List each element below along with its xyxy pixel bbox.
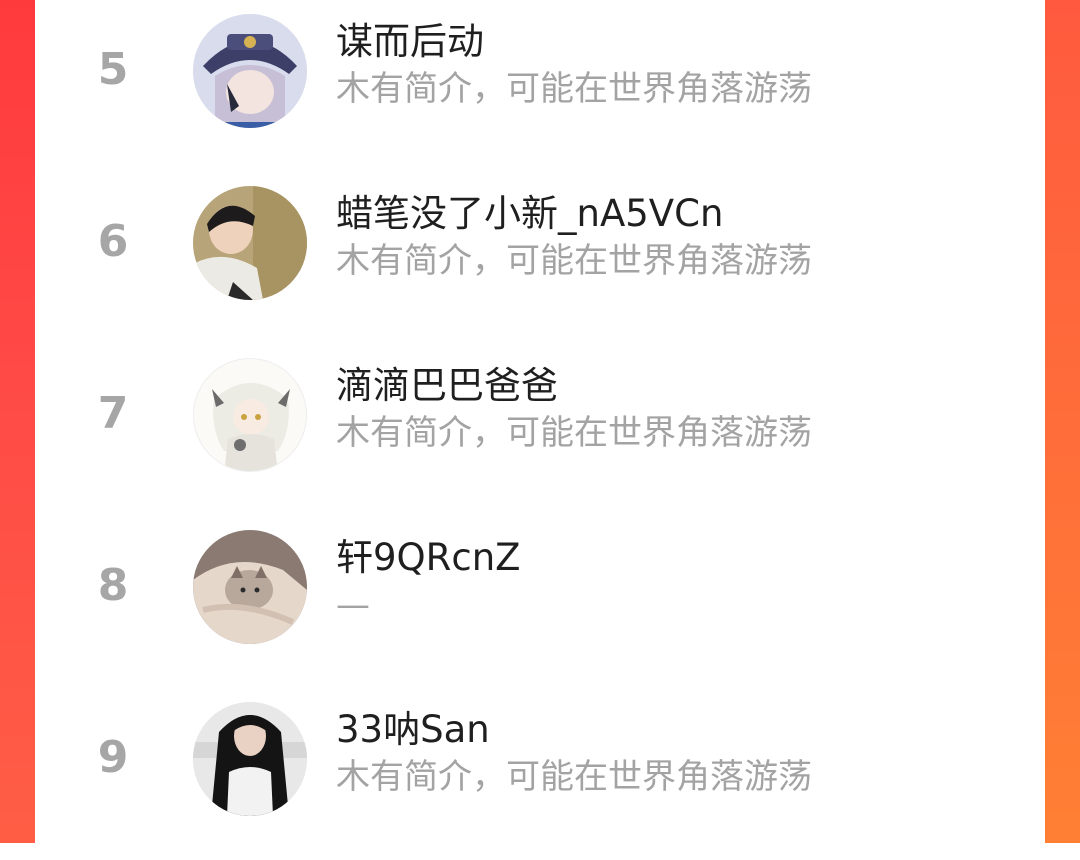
rank-number: 8 — [97, 560, 129, 611]
user-name[interactable]: 滴滴巴巴爸爸 — [336, 362, 558, 410]
leaderboard-row[interactable]: 9 33呐San 木有简介，可能在世界角落游荡 — [35, 688, 1045, 860]
leaderboard-row[interactable]: 6 蜡笔没了小新_nA5VCn 木有简介，可能在世界角落游荡 — [35, 172, 1045, 344]
left-gradient-edge — [0, 0, 35, 843]
user-name[interactable]: 33呐San — [336, 706, 490, 754]
rank-number: 7 — [97, 388, 129, 439]
cat-photo-avatar-icon[interactable] — [193, 530, 307, 644]
rank-number: 6 — [97, 216, 129, 267]
rank-number: 5 — [97, 44, 129, 95]
leaderboard-list: 5 谋而后动 木有简介，可能在世界角落游荡 6 蜡笔没了小新_nA5VCn 木有… — [35, 0, 1045, 843]
rank-number: 9 — [97, 732, 129, 783]
user-bio: — — [336, 585, 370, 625]
right-gradient-edge — [1045, 0, 1080, 843]
boy-photo-avatar-icon[interactable] — [193, 186, 307, 300]
leaderboard-row[interactable]: 5 谋而后动 木有简介，可能在世界角落游荡 — [35, 0, 1045, 172]
user-bio: 木有简介，可能在世界角落游荡 — [336, 241, 812, 281]
user-bio: 木有简介，可能在世界角落游荡 — [336, 757, 812, 797]
anime-character-avatar-icon[interactable] — [193, 358, 307, 472]
user-name[interactable]: 轩9QRcnZ — [336, 534, 521, 582]
user-bio: 木有简介，可能在世界角落游荡 — [336, 413, 812, 453]
leaderboard-row[interactable]: 8 轩9QRcnZ — — [35, 516, 1045, 688]
girl-photo-avatar-icon[interactable] — [193, 702, 307, 816]
user-name[interactable]: 蜡笔没了小新_nA5VCn — [336, 190, 723, 238]
anime-character-avatar-icon[interactable] — [193, 14, 307, 128]
user-bio: 木有简介，可能在世界角落游荡 — [336, 69, 812, 109]
user-name[interactable]: 谋而后动 — [336, 18, 484, 66]
leaderboard-row[interactable]: 7 滴滴巴巴爸爸 木有简介，可能在世界角落游荡 — [35, 344, 1045, 516]
